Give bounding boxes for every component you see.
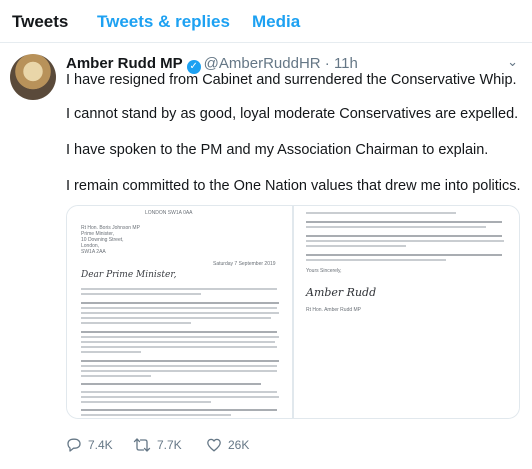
letter-recipient-5: SW1A 2AA bbox=[81, 249, 106, 255]
like-count: 26K bbox=[228, 438, 250, 452]
letter-page-1[interactable]: LONDON SW1A 0AA Rt Hon. Boris Johnson MP… bbox=[67, 206, 294, 418]
tweet-image-letter[interactable]: LONDON SW1A 0AA Rt Hon. Boris Johnson MP… bbox=[66, 205, 520, 419]
tweet-text-line-4: I remain committed to the One Nation val… bbox=[66, 178, 521, 194]
separator-dot: · bbox=[324, 55, 330, 72]
tweet-actions: 7.4K 7.7K 26K bbox=[66, 434, 526, 456]
profile-tabs: Tweets Tweets & replies Media bbox=[0, 0, 532, 43]
letter-date: Saturday 7 September 2019 bbox=[213, 261, 276, 267]
tweet[interactable]: Amber Rudd MP ✓ @AmberRuddHR · 11h ⌄ I hav… bbox=[0, 42, 532, 469]
reply-icon bbox=[67, 438, 81, 452]
author-handle[interactable]: @AmberRuddHR bbox=[204, 55, 321, 72]
tweet-text-line-2: I cannot stand by as good, loyal moderat… bbox=[66, 106, 519, 122]
tab-tweets-and-replies[interactable]: Tweets & replies bbox=[97, 12, 230, 32]
reply-button[interactable]: 7.4K bbox=[66, 434, 113, 456]
letter-page-2[interactable]: Yours Sincerely, Amber Rudd Rt Hon. Ambe… bbox=[294, 206, 519, 418]
tab-tweets[interactable]: Tweets bbox=[12, 12, 68, 32]
avatar[interactable] bbox=[10, 54, 56, 100]
tweet-timestamp[interactable]: 11h bbox=[334, 55, 358, 72]
tweet-text-line-3: I have spoken to the PM and my Associati… bbox=[66, 142, 489, 158]
retweet-button[interactable]: 7.7K bbox=[133, 434, 182, 456]
retweet-count: 7.7K bbox=[157, 438, 182, 452]
letter-signature: Amber Rudd bbox=[306, 286, 377, 299]
letter-header: LONDON SW1A 0AA bbox=[145, 210, 193, 216]
tweet-text-line-1: I have resigned from Cabinet and surrend… bbox=[66, 72, 517, 88]
letter-greeting: Dear Prime Minister, bbox=[81, 270, 177, 280]
retweet-icon bbox=[133, 438, 151, 452]
letter-closing: Yours Sincerely, bbox=[306, 268, 342, 274]
chevron-down-icon[interactable]: ⌄ bbox=[507, 54, 518, 70]
heart-icon bbox=[207, 438, 221, 452]
reply-count: 7.4K bbox=[88, 438, 113, 452]
letter-signoff: Rt Hon. Amber Rudd MP bbox=[306, 307, 362, 313]
like-button[interactable]: 26K bbox=[206, 434, 249, 456]
tab-media[interactable]: Media bbox=[252, 12, 300, 32]
author-name[interactable]: Amber Rudd MP bbox=[66, 55, 183, 72]
